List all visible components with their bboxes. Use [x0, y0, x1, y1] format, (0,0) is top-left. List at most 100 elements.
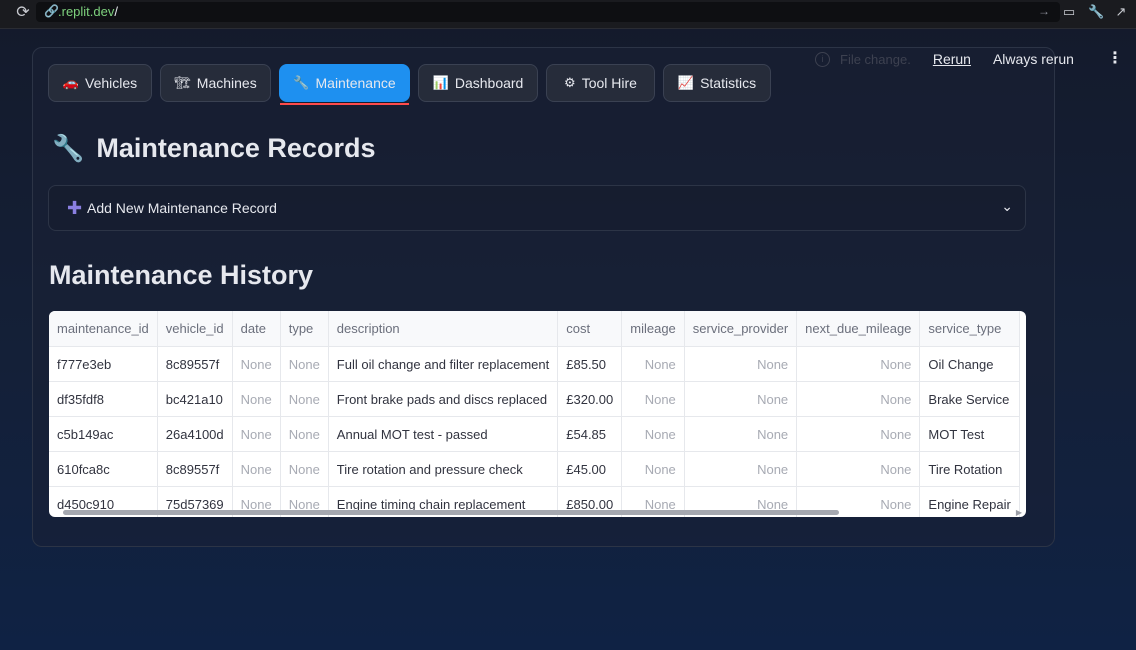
column-header[interactable]: type — [280, 311, 329, 347]
tab-maintenance[interactable]: 🔧 Maintenance — [279, 64, 410, 105]
table-cell[interactable]: Annual MOT test - passed — [328, 416, 559, 452]
url-path: / — [114, 4, 118, 19]
table-row: c5b149ac 26a4100d None None Annual MOT t… — [49, 416, 1020, 452]
table-cell[interactable]: None — [684, 346, 798, 382]
tab-machines[interactable]: 🏗 Machines — [160, 64, 271, 102]
maintenance-table[interactable]: maintenance_id vehicle_id date type desc… — [49, 311, 1026, 517]
wrench-icon: 🔧 — [52, 133, 85, 163]
table-cell[interactable]: None — [684, 451, 798, 487]
table-cell[interactable]: Tire Rotation — [919, 451, 1020, 487]
crane-icon: 🏗 — [174, 75, 191, 90]
table-cell[interactable]: None — [280, 416, 329, 452]
screen-icon[interactable]: ▭ — [1062, 5, 1076, 19]
info-icon: i — [815, 51, 830, 67]
table-cell[interactable]: None — [621, 451, 685, 487]
section-title: Maintenance History — [49, 260, 314, 290]
page-title: 🔧 Maintenance Records — [52, 133, 375, 164]
table-cell[interactable]: None — [796, 381, 921, 417]
wrench-icon[interactable]: 🔧 — [1088, 5, 1104, 19]
file-change-text: File change. — [840, 51, 911, 67]
tab-label: Machines — [196, 75, 257, 91]
table-cell[interactable]: f777e3eb — [49, 346, 158, 382]
line-chart-icon: 📈 — [677, 75, 695, 90]
table-cell[interactable]: Brake Service — [919, 381, 1020, 417]
table-cell[interactable]: 8c89557f — [157, 346, 233, 382]
table-cell[interactable]: £54.85 — [557, 416, 623, 452]
table-cell[interactable]: c5b149ac — [49, 416, 158, 452]
scroll-right-arrow-icon[interactable]: ▶ — [1016, 508, 1022, 517]
always-rerun-button[interactable]: Always rerun — [993, 51, 1074, 67]
table-cell[interactable]: None — [280, 381, 329, 417]
table-cell[interactable]: £45.00 — [557, 451, 623, 487]
table-cell[interactable]: None — [684, 381, 798, 417]
table-row: df35fdf8 bc421a10 None None Front brake … — [49, 381, 1020, 417]
tab-bar: 🚗 Vehicles 🏗 Machines 🔧 Maintenance 📊 Da… — [48, 64, 779, 105]
url-field[interactable]: 🔗 .replit.dev/ → — [36, 2, 1060, 22]
table-cell[interactable]: None — [621, 381, 685, 417]
wrench-icon: 🔧 — [293, 75, 310, 90]
table-row: 610fca8c 8c89557f None None Tire rotatio… — [49, 451, 1020, 487]
table-cell[interactable]: None — [796, 451, 921, 487]
table-cell[interactable]: Front brake pads and discs replaced — [328, 381, 559, 417]
table-cell[interactable]: None — [796, 346, 921, 382]
table-cell[interactable]: £85.50 — [557, 346, 623, 382]
tab-statistics[interactable]: 📈 Statistics — [663, 64, 771, 102]
column-header[interactable]: service_provider — [684, 311, 798, 347]
tab-vehicles[interactable]: 🚗 Vehicles — [48, 64, 152, 102]
table-cell[interactable]: 610fca8c — [49, 451, 158, 487]
main-menu-icon[interactable]: ⋮ — [1107, 50, 1123, 68]
column-header[interactable]: next_due_mileage — [796, 311, 921, 347]
streamlit-toolbar: i File change. Rerun Always rerun — [815, 50, 1074, 68]
table-cell[interactable]: None — [232, 346, 281, 382]
tab-dashboard[interactable]: 📊 Dashboard — [418, 64, 538, 102]
column-header[interactable]: maintenance_id — [49, 311, 158, 347]
table-cell[interactable]: Engine Repair — [919, 486, 1020, 517]
table-cell[interactable]: Full oil change and filter replacement — [328, 346, 559, 382]
tab-label: Statistics — [700, 75, 757, 91]
table-cell[interactable]: None — [232, 451, 281, 487]
chevron-down-icon[interactable]: ⌄ — [1001, 198, 1013, 215]
tab-label: Maintenance — [315, 75, 396, 91]
horizontal-scrollbar[interactable] — [63, 510, 839, 515]
table-cell[interactable]: MOT Test — [919, 416, 1020, 452]
column-header[interactable]: mileage — [621, 311, 685, 347]
table-cell[interactable]: None — [621, 346, 685, 382]
column-header[interactable]: cost — [557, 311, 623, 347]
table-cell[interactable]: None — [280, 346, 329, 382]
browser-address-bar: ⟳ 🔗 .replit.dev/ → ▭ 🔧 ↗ — [0, 0, 1136, 29]
table-cell[interactable]: None — [796, 416, 921, 452]
link-icon: 🔗 — [44, 4, 59, 18]
go-arrow-icon[interactable]: → — [1038, 4, 1050, 18]
file-change-notice: i File change. — [815, 51, 911, 67]
add-record-expander[interactable]: ✚ Add New Maintenance Record ⌄ — [48, 185, 1026, 231]
table-cell[interactable]: £320.00 — [557, 381, 623, 417]
table-cell[interactable]: 8c89557f — [157, 451, 233, 487]
page-title-text: Maintenance Records — [96, 133, 376, 163]
tab-label: Tool Hire — [581, 75, 637, 91]
tab-label: Vehicles — [85, 75, 138, 91]
rerun-button[interactable]: Rerun — [933, 51, 971, 67]
table-cell[interactable]: None — [684, 416, 798, 452]
table-cell[interactable]: df35fdf8 — [49, 381, 158, 417]
column-header[interactable]: description — [328, 311, 559, 347]
column-header[interactable]: service_type — [919, 311, 1020, 347]
table-cell[interactable]: Oil Change — [919, 346, 1020, 382]
bar-chart-icon: 📊 — [432, 75, 449, 90]
table-cell[interactable]: 26a4100d — [157, 416, 233, 452]
url-domain: .replit.dev — [58, 4, 115, 19]
open-external-icon[interactable]: ↗ — [1114, 5, 1128, 19]
table-cell[interactable]: None — [232, 416, 281, 452]
table-cell[interactable]: None — [621, 416, 685, 452]
gear-icon: ⚙ — [564, 75, 576, 90]
table-cell[interactable]: None — [232, 381, 281, 417]
column-header[interactable]: vehicle_id — [157, 311, 233, 347]
column-header[interactable]: date — [232, 311, 281, 347]
car-icon: 🚗 — [62, 75, 80, 90]
tab-label: Dashboard — [454, 75, 524, 91]
reload-icon[interactable]: ⟳ — [14, 4, 32, 22]
table-header-row: maintenance_id vehicle_id date type desc… — [49, 311, 1020, 347]
table-cell[interactable]: None — [280, 451, 329, 487]
table-cell[interactable]: bc421a10 — [157, 381, 233, 417]
table-cell[interactable]: Tire rotation and pressure check — [328, 451, 559, 487]
tab-tool-hire[interactable]: ⚙ Tool Hire — [546, 64, 655, 102]
